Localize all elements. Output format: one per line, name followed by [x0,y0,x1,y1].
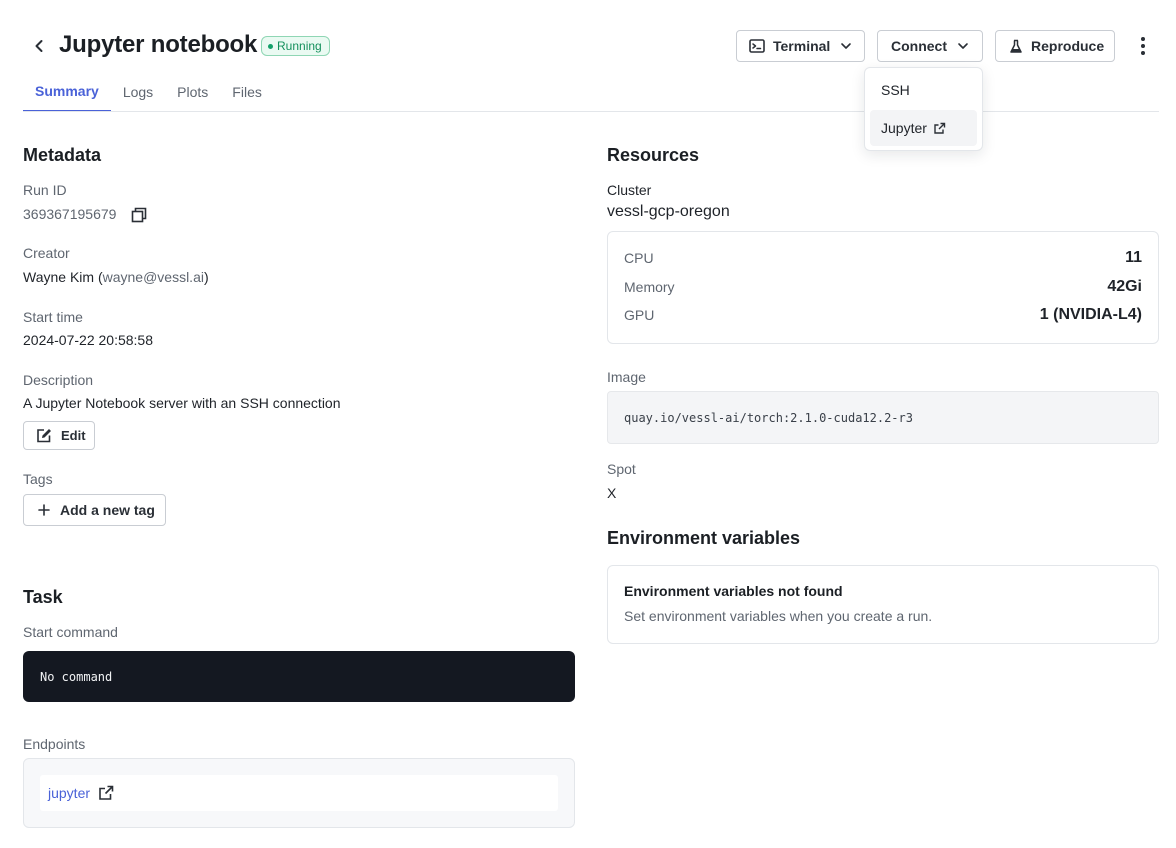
spot-value: X [607,485,617,501]
terminal-button[interactable]: Terminal [736,30,865,62]
cluster-value: vessl-gcp-oregon [607,203,730,220]
metadata-title: Metadata [23,145,102,165]
status-label: Running [277,39,322,53]
chevron-left-icon [35,40,43,52]
resource-key: Memory [624,279,675,295]
description-value: A Jupyter Notebook server with an SSH co… [23,395,341,411]
resources-title: Resources [607,145,700,165]
connect-button[interactable]: Connect [877,30,983,62]
resource-row-gpu: GPU 1 (NVIDIA-L4) [624,303,1142,327]
back-button[interactable] [28,34,50,58]
cluster-label: Cluster [607,182,652,198]
start-command-block: No command [23,651,575,702]
connect-button-label: Connect [891,38,947,54]
endpoint-label: jupyter [48,785,91,801]
menu-item-ssh-label: SSH [881,82,910,98]
external-link-icon [99,785,114,800]
edit-button-label: Edit [61,428,86,443]
tab-divider [23,111,1159,112]
env-title: Environment variables [607,528,801,548]
env-empty-subtitle: Set environment variables when you creat… [624,608,933,624]
reproduce-button[interactable]: Reproduce [995,30,1115,62]
menu-item-ssh[interactable]: SSH [870,72,977,108]
resource-value: 11 [1125,249,1142,266]
resource-row-cpu: CPU 11 [624,246,1142,270]
endpoint-link[interactable]: jupyter [40,775,558,811]
image-label: Image [607,369,646,385]
terminal-button-label: Terminal [773,38,831,54]
chevron-down-icon [958,43,968,49]
terminal-icon [749,39,765,53]
edit-description-button[interactable]: Edit [23,421,95,450]
start-command-label: Start command [23,624,118,640]
env-empty-panel: Environment variables not found Set envi… [607,565,1159,644]
resource-row-memory: Memory 42Gi [624,275,1142,299]
page-header: Jupyter notebook Running Terminal Connec… [0,0,1176,112]
page-title: Jupyter notebook [59,31,258,58]
kebab-menu-icon[interactable] [1133,34,1153,58]
run-id-value: 369367195679 [23,206,117,222]
flask-icon [1010,39,1022,53]
chevron-down-icon [841,43,852,49]
plus-icon [38,504,50,516]
connect-dropdown-menu: SSH Jupyter [864,67,983,151]
env-empty-title: Environment variables not found [624,583,843,599]
external-link-icon [934,122,946,134]
copy-icon[interactable] [131,207,147,223]
image-value-block: quay.io/vessl-ai/torch:2.1.0-cuda12.2-r3 [607,391,1159,444]
creator-close: ) [203,269,209,285]
creator-value: Wayne Kim (wayne@vessl.ai) [23,269,209,285]
resource-value: 42Gi [1107,278,1142,295]
tab-bar: Summary Logs Plots Files [23,72,274,112]
creator-label: Creator [23,245,70,261]
tab-files[interactable]: Files [220,72,274,112]
status-dot [268,43,273,49]
run-id-label: Run ID [23,182,67,198]
start-time-value: 2024-07-22 20:58:58 [23,332,153,348]
tab-plots[interactable]: Plots [165,72,220,112]
add-tag-label: Add a new tag [60,502,155,518]
status-badge: Running [261,36,330,56]
tab-summary[interactable]: Summary [23,72,111,112]
creator-email[interactable]: wayne@vessl.ai [103,269,204,285]
menu-item-jupyter[interactable]: Jupyter [870,110,977,146]
creator-name: Wayne Kim ( [23,269,103,285]
resource-key: CPU [624,250,654,266]
edit-icon [37,429,51,443]
resource-key: GPU [624,307,655,323]
tab-logs[interactable]: Logs [111,72,165,112]
resource-value: 1 (NVIDIA-L4) [1039,306,1142,323]
resources-panel: CPU 11 Memory 42Gi GPU 1 (NVIDIA-L4) [607,231,1159,344]
description-label: Description [23,372,94,388]
start-time-label: Start time [23,309,83,325]
start-command-value: No command [40,669,113,684]
endpoints-panel: jupyter [23,758,575,828]
image-value: quay.io/vessl-ai/torch:2.1.0-cuda12.2-r3 [624,410,913,425]
endpoints-label: Endpoints [23,736,86,752]
task-title: Task [23,587,63,607]
menu-item-jupyter-label: Jupyter [881,120,927,136]
add-tag-button[interactable]: Add a new tag [23,494,166,526]
reproduce-button-label: Reproduce [1031,38,1105,54]
spot-label: Spot [607,461,636,477]
tags-label: Tags [23,471,53,487]
